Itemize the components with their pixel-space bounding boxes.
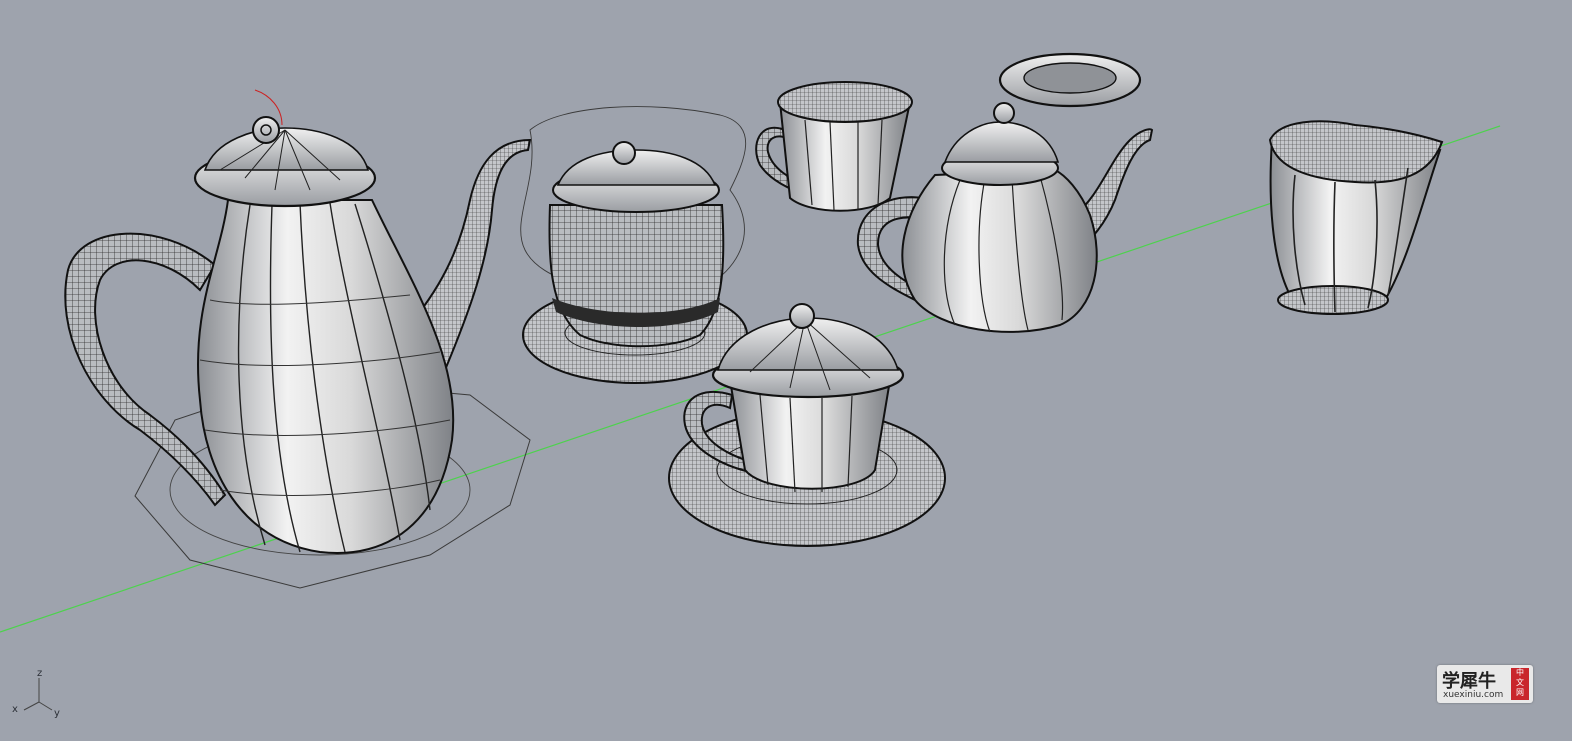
watermark-badge-char: 网 xyxy=(1516,688,1524,697)
sugar-bowl-lid-dome xyxy=(556,149,717,186)
axis-indicator: z x y xyxy=(6,664,76,734)
watermark-badge: 中 文 网 xyxy=(1511,668,1529,700)
scene-canvas[interactable] xyxy=(0,0,1572,741)
teapot-finial xyxy=(993,102,1015,124)
saucer-lid[interactable] xyxy=(998,52,1142,108)
tall-cup[interactable] xyxy=(1268,120,1444,315)
teacup-small-rim xyxy=(777,81,913,123)
perspective-viewport[interactable]: z x y 学犀牛 中 文 网 xuexiniu.com xyxy=(0,0,1572,741)
teapot-lid-dome xyxy=(943,121,1060,163)
axis-label-y: y xyxy=(54,708,60,719)
coffee-pot[interactable] xyxy=(64,89,532,589)
watermark-url: xuexiniu.com xyxy=(1443,690,1504,700)
axis-label-x: x xyxy=(12,704,18,715)
watermark-logo: 学犀牛 中 文 网 xuexiniu.com xyxy=(1437,665,1533,703)
sugar-bowl-finial xyxy=(612,141,636,165)
teapot-body xyxy=(901,168,1098,333)
coffee-pot-body xyxy=(196,199,455,554)
saucer-lid-inner xyxy=(1023,62,1117,94)
watermark-badge-char: 文 xyxy=(1516,678,1524,687)
coffee-pot-finial xyxy=(252,116,280,144)
teacup-small[interactable] xyxy=(755,81,913,212)
cup-lid-finial xyxy=(789,303,815,329)
axis-label-z: z xyxy=(37,668,43,679)
watermark-badge-char: 中 xyxy=(1516,668,1524,677)
sugar-bowl[interactable] xyxy=(520,106,748,384)
